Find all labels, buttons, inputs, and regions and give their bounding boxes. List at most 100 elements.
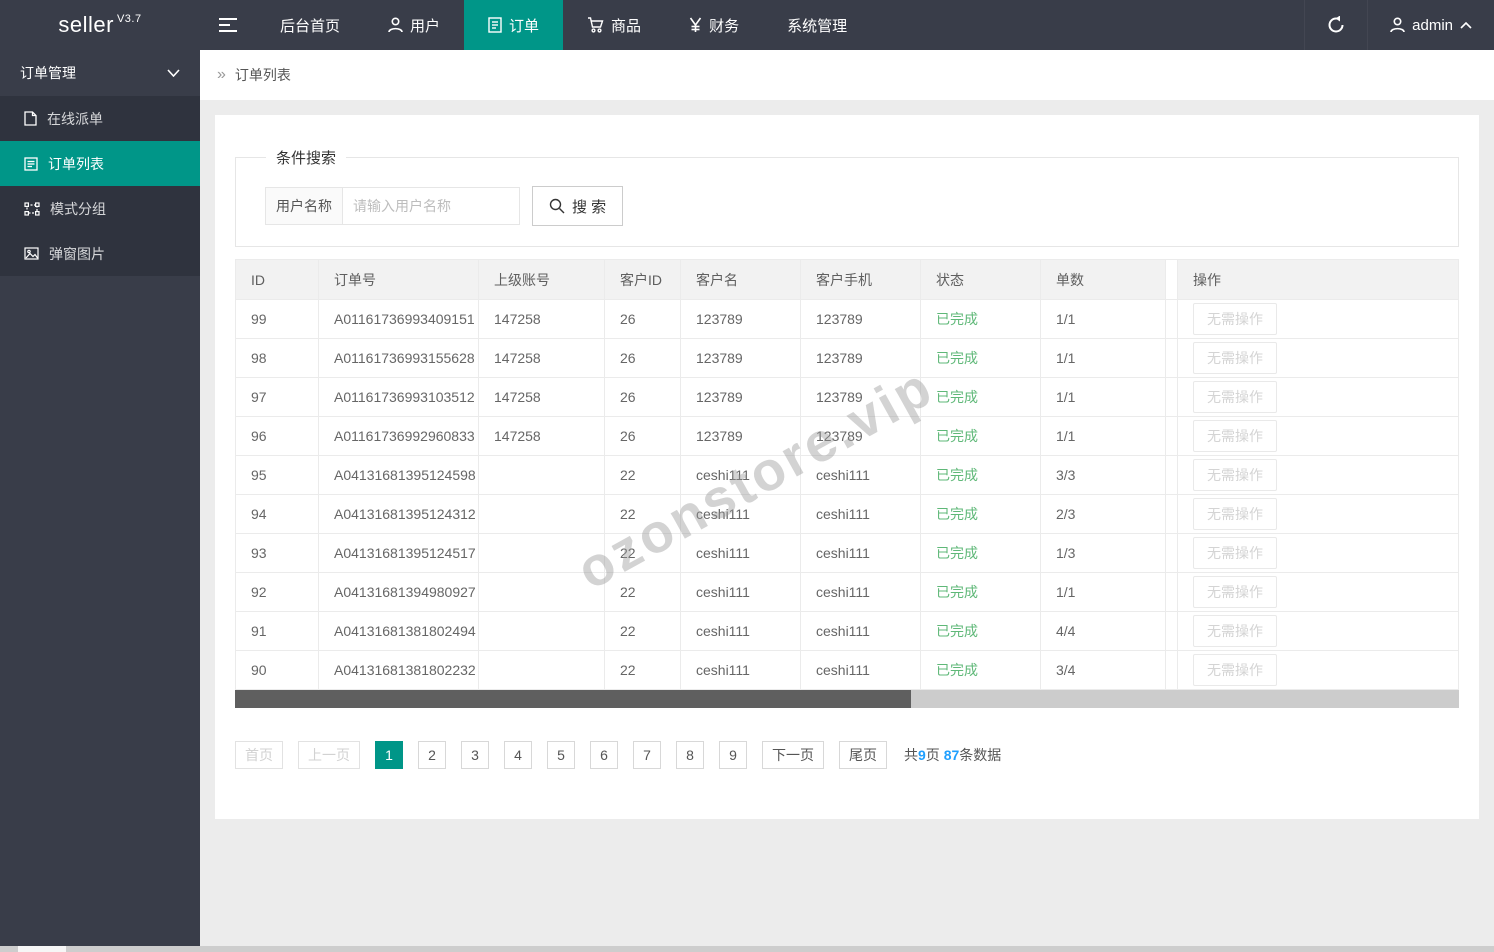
sidebar-item-订单列表[interactable]: 订单列表 <box>0 141 200 186</box>
content: 条件搜索 用户名称 搜 索 <box>200 100 1494 834</box>
breadcrumb-current: 订单列表 <box>234 67 291 83</box>
order-id-cell: 93 <box>235 533 319 573</box>
app-logo: seller V3.7 <box>0 0 200 50</box>
pagination-page-9[interactable]: 9 <box>719 741 747 769</box>
customer-phone-cell: ceshi111 <box>800 533 921 573</box>
search-button[interactable]: 搜 索 <box>532 186 624 226</box>
no-action-button[interactable]: 无需操作 <box>1193 420 1277 452</box>
navbar-item-订单[interactable]: 订单 <box>464 0 564 50</box>
navbar-item-商品[interactable]: 商品 <box>563 0 665 50</box>
customer-name-cell: 123789 <box>680 338 801 378</box>
search-icon <box>549 198 565 214</box>
search-input[interactable] <box>342 187 520 225</box>
pagination-page-8[interactable]: 8 <box>676 741 704 769</box>
no-action-button[interactable]: 无需操作 <box>1193 342 1277 374</box>
file-icon <box>24 111 37 126</box>
no-action-button[interactable]: 无需操作 <box>1193 303 1277 335</box>
user-menu[interactable]: admin <box>1367 0 1494 50</box>
status-badge: 已完成 <box>936 662 978 678</box>
customer-phone-cell: ceshi111 <box>800 455 921 495</box>
pagination-page-3[interactable]: 3 <box>461 741 489 769</box>
page-scrollbar-thumb[interactable] <box>18 946 66 952</box>
action-cell: 无需操作 <box>1177 494 1459 534</box>
pagination-page-7[interactable]: 7 <box>633 741 661 769</box>
app-logo-text: seller <box>58 12 114 37</box>
sidebar-item-模式分组[interactable]: 模式分组 <box>0 186 200 231</box>
action-cell: 无需操作 <box>1177 377 1459 417</box>
sidebar-item-label: 在线派单 <box>47 110 103 127</box>
parent-account-cell <box>478 650 605 690</box>
order-no-cell: A01161736992960833 <box>318 416 479 456</box>
status-badge: 已完成 <box>936 467 978 483</box>
status-badge: 已完成 <box>936 545 978 561</box>
column-header-订单号: 订单号 <box>318 259 479 300</box>
pagination-summary-text: 条数据 <box>959 747 1002 763</box>
parent-account-cell: 147258 <box>478 299 605 339</box>
column-spacer <box>1165 416 1178 456</box>
status-cell: 已完成 <box>920 494 1041 534</box>
no-action-button[interactable]: 无需操作 <box>1193 459 1277 491</box>
sidebar-toggle-icon[interactable] <box>200 0 256 50</box>
table-body: 99 A01161736993409151 147258 26 123789 123789… <box>235 299 1459 690</box>
order-count-cell: 1/1 <box>1040 416 1166 456</box>
sidebar-item-label: 订单列表 <box>48 155 104 172</box>
order-id-cell: 94 <box>235 494 319 534</box>
status-cell: 已完成 <box>920 377 1041 417</box>
app-version: V3.7 <box>116 13 142 25</box>
pagination-page-4[interactable]: 4 <box>504 741 532 769</box>
pagination-first-button[interactable]: 首页 <box>235 741 283 769</box>
customer-phone-cell: ceshi111 <box>800 611 921 651</box>
pagination-summary-text: 页 <box>925 747 944 763</box>
order-count-cell: 1/1 <box>1040 377 1166 417</box>
sidebar-group-order-management[interactable]: 订单管理 <box>0 50 200 96</box>
no-action-button[interactable]: 无需操作 <box>1193 498 1277 530</box>
group-icon <box>24 201 40 216</box>
breadcrumb-caret-icon: » <box>217 66 226 83</box>
no-action-button[interactable]: 无需操作 <box>1193 615 1277 647</box>
list-icon <box>24 156 38 171</box>
no-action-button[interactable]: 无需操作 <box>1193 654 1277 686</box>
status-badge: 已完成 <box>936 311 978 327</box>
customer-phone-cell: 123789 <box>800 299 921 339</box>
cart-icon <box>587 17 604 33</box>
pagination-next-button[interactable]: 下一页 <box>762 741 824 769</box>
no-action-button[interactable]: 无需操作 <box>1193 537 1277 569</box>
navbar-item-用户[interactable]: 用户 <box>364 0 464 50</box>
order-no-cell: A04131681395124312 <box>318 494 479 534</box>
status-badge: 已完成 <box>936 506 978 522</box>
order-count-cell: 1/1 <box>1040 572 1166 612</box>
navbar-menu: 后台首页 用户 订单 商品 财务 系统管理 <box>256 0 871 50</box>
sidebar-item-在线派单[interactable]: 在线派单 <box>0 96 200 141</box>
navbar-item-系统管理[interactable]: 系统管理 <box>763 0 871 50</box>
status-cell: 已完成 <box>920 533 1041 573</box>
order-list-card: 条件搜索 用户名称 搜 索 <box>215 115 1479 819</box>
table-horizontal-scrollbar[interactable] <box>235 690 1459 708</box>
pagination-prev-button[interactable]: 上一页 <box>298 741 360 769</box>
pagination-page-6[interactable]: 6 <box>590 741 618 769</box>
search-button-label: 搜 索 <box>572 198 607 216</box>
customer-name-cell: 123789 <box>680 299 801 339</box>
status-badge: 已完成 <box>936 623 978 639</box>
order-no-cell: A04131681381802232 <box>318 650 479 690</box>
order-no-cell: A01161736993103512 <box>318 377 479 417</box>
table-header-row: ID 订单号 上级账号 客户ID 客户名 客户手机 状态 单数 操作 <box>235 259 1459 300</box>
sidebar: 订单管理 在线派单订单列表模式分组 弹窗图片 <box>0 50 200 946</box>
action-cell: 无需操作 <box>1177 455 1459 495</box>
pagination-page-2[interactable]: 2 <box>418 741 446 769</box>
sidebar-item-弹窗图片[interactable]: 弹窗图片 <box>0 231 200 276</box>
no-action-button[interactable]: 无需操作 <box>1193 381 1277 413</box>
table-scrollbar-thumb[interactable] <box>235 690 911 708</box>
column-header-ID: ID <box>235 259 319 300</box>
table-row: 90 A04131681381802232 22 ceshi111 ceshi111 已完… <box>235 650 1459 690</box>
status-cell: 已完成 <box>920 455 1041 495</box>
navbar-item-财务[interactable]: 财务 <box>665 0 763 50</box>
customer-phone-cell: ceshi111 <box>800 572 921 612</box>
navbar-item-后台首页[interactable]: 后台首页 <box>256 0 364 50</box>
customer-id-cell: 26 <box>604 299 681 339</box>
page-horizontal-scrollbar[interactable] <box>0 946 1494 952</box>
refresh-icon[interactable] <box>1304 0 1367 50</box>
pagination-last-button[interactable]: 尾页 <box>839 741 887 769</box>
pagination-page-5[interactable]: 5 <box>547 741 575 769</box>
pagination-page-1[interactable]: 1 <box>375 741 403 769</box>
no-action-button[interactable]: 无需操作 <box>1193 576 1277 608</box>
